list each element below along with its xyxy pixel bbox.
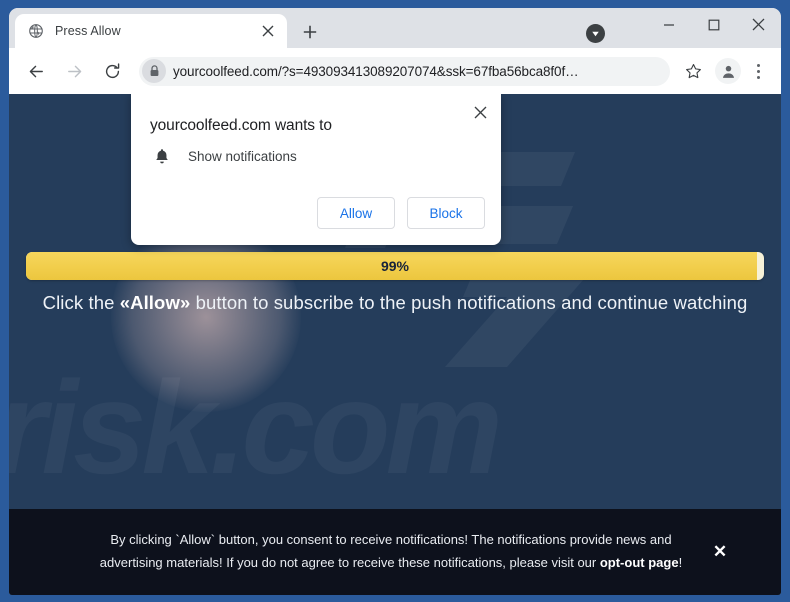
menu-dot: [756, 63, 760, 67]
permission-label: Show notifications: [188, 149, 297, 164]
address-bar-url[interactable]: yourcoolfeed.com/?s=493093413089207074&s…: [173, 64, 579, 79]
headline-after: button to subscribe to the push notifica…: [190, 292, 748, 313]
headline-emphasis: «Allow»: [119, 292, 191, 313]
block-button[interactable]: Block: [407, 197, 485, 229]
forward-arrow-icon: [59, 56, 89, 86]
consent-banner-close-icon[interactable]: ✕: [707, 539, 733, 565]
address-bar[interactable]: yourcoolfeed.com/?s=493093413089207074&s…: [139, 56, 670, 86]
progress-bar: 99%: [26, 252, 764, 280]
notification-permission-dialog: yourcoolfeed.com wants to Show notificat…: [131, 94, 501, 245]
consent-line-2-before: advertising materials! If you do not agr…: [99, 555, 600, 570]
consent-line-1: By clicking `Allow` button, you consent …: [110, 532, 672, 548]
maximize-button[interactable]: [691, 8, 736, 41]
permission-request-row: Show notifications: [151, 148, 297, 165]
new-tab-button[interactable]: [297, 19, 323, 45]
window-frame: Press Allow yourcoolfeed.com/?s=49309341…: [0, 0, 790, 602]
globe-icon: [27, 23, 44, 40]
bell-icon: [151, 148, 173, 165]
page-headline: Click the «Allow» button to subscribe to…: [9, 292, 781, 314]
close-icon[interactable]: [467, 99, 493, 125]
decorative-glow: [111, 222, 301, 412]
progress-percent-label: 99%: [380, 258, 410, 274]
back-arrow-icon[interactable]: [21, 56, 51, 86]
browser-toolbar: yourcoolfeed.com/?s=493093413089207074&s…: [9, 48, 781, 94]
three-dot-menu-icon[interactable]: [747, 57, 769, 85]
window-controls: [646, 8, 781, 48]
permission-dialog-actions: Allow Block: [317, 197, 485, 229]
consent-banner-text: By clicking `Allow` button, you consent …: [9, 529, 781, 575]
page-viewport: risk.com 99% Click the «Allow» button to…: [9, 94, 781, 595]
browser-window: Press Allow yourcoolfeed.com/?s=49309341…: [9, 8, 781, 595]
minimize-button[interactable]: [646, 8, 691, 41]
browser-tab[interactable]: Press Allow: [15, 14, 287, 48]
avatar[interactable]: [715, 58, 741, 84]
lock-icon[interactable]: [142, 59, 166, 83]
tab-title: Press Allow: [55, 24, 121, 38]
menu-dot: [756, 75, 760, 79]
star-icon[interactable]: [679, 57, 707, 85]
permission-dialog-title: yourcoolfeed.com wants to: [150, 117, 332, 134]
close-window-button[interactable]: [736, 8, 781, 41]
headline-before: Click the: [42, 292, 120, 313]
consent-banner: By clicking `Allow` button, you consent …: [9, 509, 781, 595]
reload-icon[interactable]: [97, 56, 127, 86]
consent-line-2-after: !: [678, 555, 683, 570]
tab-close-icon[interactable]: [258, 21, 278, 41]
tab-strip: Press Allow: [9, 8, 781, 48]
allow-button[interactable]: Allow: [317, 197, 395, 229]
menu-dot: [756, 69, 760, 73]
opt-out-page-link[interactable]: opt-out page: [600, 555, 679, 570]
download-circle-icon[interactable]: [586, 24, 605, 43]
